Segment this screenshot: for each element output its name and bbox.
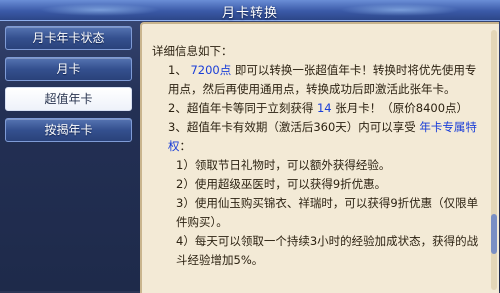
paragraph-3-prefix: 3、超值年卡有效期（激活后360天）内可以享受 (168, 120, 420, 134)
paragraph-2: 2、超值年卡等同于立刻获得 14 张月卡！（原价8400点） (152, 99, 486, 118)
privilege-item: 2）使用超级巫医时，可以获得9折优惠。 (176, 177, 387, 191)
window-title: 月卡转换 (221, 6, 278, 21)
privilege-item: 4）每天可以领取一个持续3小时的经验加成状态，获得的战斗经验增加5%。 (176, 234, 479, 267)
paragraph-1: 1、 7200点 即可以转换一张超值年卡！转换时将优先使用专用点，然后再使用通用… (152, 61, 486, 99)
paragraph-2-suffix: 张月卡！（原价8400点） (331, 101, 469, 115)
window-titlebar: 月卡转换 (0, 0, 500, 21)
month-card-convert-window: 月卡转换 月卡年卡状态 月卡 超值年卡 按揭年卡 详细信息如下： 1、 7200… (0, 0, 500, 293)
privilege-item: 3）使用仙玉购买锦衣、祥瑞时，可以获得9折优惠（仅限单件购买）。 (176, 196, 479, 229)
paragraph-3-suffix: ： (179, 139, 192, 153)
paragraph-2-prefix: 2、超值年卡等同于立刻获得 (168, 101, 317, 115)
privilege-item: 1）领取节日礼物时，可以额外获得经验。 (176, 158, 391, 172)
paragraph-1-prefix: 1、 (168, 63, 191, 77)
tab-month-card[interactable]: 月卡 (5, 57, 132, 81)
paragraph-3: 3、超值年卡有效期（激活后360天）内可以享受 年卡专属特权： (152, 118, 486, 156)
tab-installment-year-card[interactable]: 按揭年卡 (5, 118, 132, 142)
scrollbar-thumb[interactable] (491, 214, 497, 254)
details-heading: 详细信息如下： (152, 44, 233, 58)
details-panel: 详细信息如下： 1、 7200点 即可以转换一张超值年卡！转换时将优先使用专用点… (140, 22, 499, 293)
month-card-count: 14 (316, 101, 332, 115)
sidebar: 月卡年卡状态 月卡 超值年卡 按揭年卡 (0, 22, 140, 291)
details-text: 详细信息如下： 1、 7200点 即可以转换一张超值年卡！转换时将优先使用专用点… (152, 42, 486, 270)
tab-card-status[interactable]: 月卡年卡状态 (5, 26, 132, 50)
tab-value-year-card[interactable]: 超值年卡 (5, 87, 132, 111)
points-value: 7200点 (190, 63, 232, 77)
